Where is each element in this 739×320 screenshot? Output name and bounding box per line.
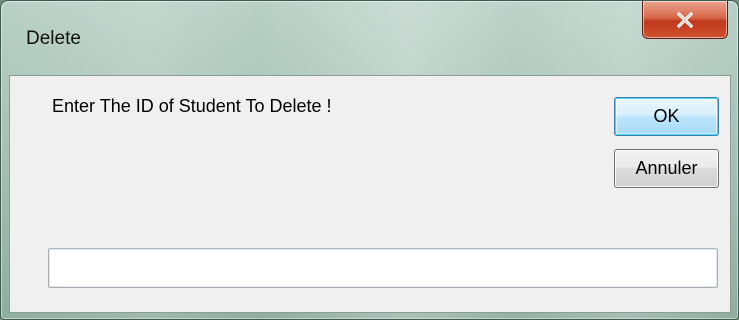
close-icon <box>675 11 695 29</box>
dialog-body: Enter The ID of Student To Delete ! OK A… <box>9 75 731 313</box>
window-title: Delete <box>26 28 81 49</box>
prompt-label: Enter The ID of Student To Delete ! <box>52 96 332 116</box>
close-button[interactable] <box>642 1 728 39</box>
ok-button[interactable]: OK <box>614 97 719 136</box>
student-id-input[interactable] <box>48 248 718 288</box>
title-bar[interactable]: Delete <box>1 1 738 75</box>
cancel-button[interactable]: Annuler <box>614 149 719 188</box>
delete-dialog-window: Delete Enter The ID of Student To Delete… <box>0 0 739 320</box>
